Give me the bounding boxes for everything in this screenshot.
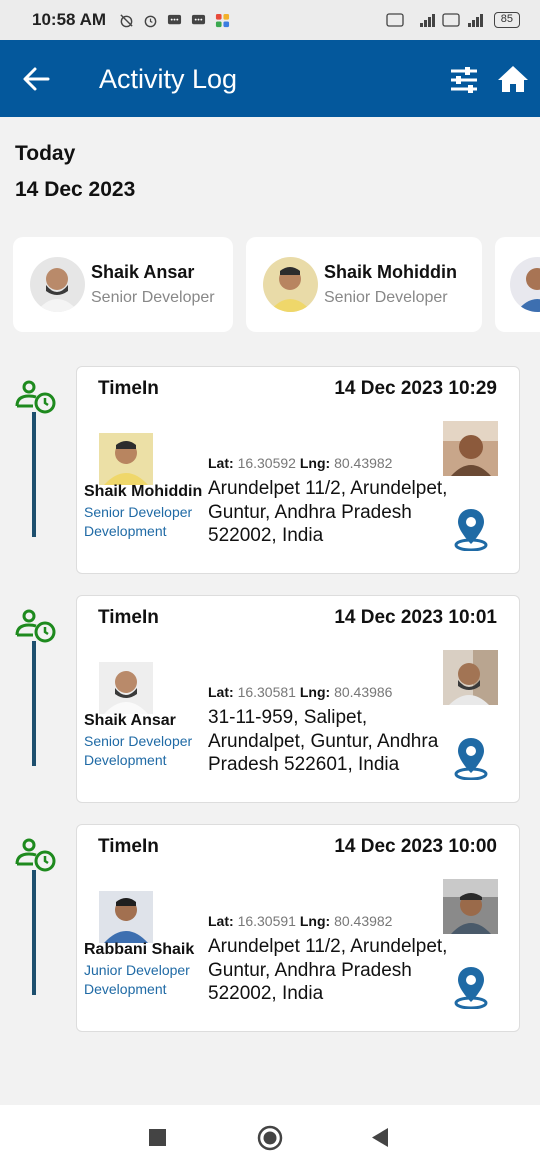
employee-department: Development: [84, 752, 167, 768]
employee-photo: [99, 891, 153, 943]
activity-type: TimeIn: [98, 607, 159, 628]
home-icon[interactable]: [496, 64, 530, 94]
employee-role: Junior Developer: [84, 962, 190, 978]
longitude: 80.43982: [334, 913, 393, 929]
employee-department: Development: [84, 981, 167, 997]
lat-label: Lat:: [208, 913, 234, 929]
activity-card[interactable]: TimeIn 14 Dec 2023 10:00 Rabbani Shaik J…: [76, 824, 520, 1032]
user-avatar: [510, 257, 540, 312]
volte-icon: [442, 13, 460, 27]
address: Arundelpet 11/2, Arundelpet, Guntur, And…: [208, 478, 448, 546]
app-bar: Activity Log: [0, 40, 540, 117]
selfie-photo[interactable]: [443, 879, 498, 934]
selfie-photo[interactable]: [443, 421, 498, 476]
message-icon: [167, 14, 182, 24]
filter-settings-icon[interactable]: [449, 66, 479, 94]
timein-user-clock-icon: [15, 609, 56, 643]
location-pin-icon[interactable]: [453, 507, 489, 551]
timein-user-clock-icon: [15, 380, 56, 414]
lng-label: Lng:: [299, 913, 331, 929]
user-card[interactable]: Shaik Ansar Senior Developer: [13, 237, 233, 332]
activity-type: TimeIn: [98, 836, 159, 857]
user-card[interactable]: [495, 237, 540, 332]
employee-name: Shaik Mohiddin: [84, 483, 203, 500]
page-title: Activity Log: [99, 64, 238, 94]
signal-icon: [419, 14, 435, 27]
alarm-icon: [144, 15, 157, 27]
date-label: 14 Dec 2023: [15, 178, 136, 201]
lat-label: Lat:: [208, 455, 234, 471]
timein-user-clock-icon: [15, 838, 56, 872]
activity-type: TimeIn: [98, 378, 159, 399]
user-avatar: [263, 257, 318, 312]
user-role: Senior Developer: [91, 289, 215, 306]
recent-apps-icon[interactable]: [149, 1129, 166, 1146]
employee-department: Development: [84, 523, 167, 539]
longitude: 80.43982: [334, 455, 393, 471]
employee-photo: [99, 662, 153, 714]
latitude: 16.30592: [237, 455, 296, 471]
employee-role: Senior Developer: [84, 733, 193, 749]
lng-label: Lng:: [299, 455, 331, 471]
timeline-line: [32, 870, 36, 995]
lng-label: Lng:: [299, 684, 331, 700]
selfie-photo[interactable]: [443, 650, 498, 705]
app-logo-icon: [215, 13, 230, 27]
back-triangle-icon[interactable]: [371, 1127, 389, 1148]
address: Arundelpet 11/2, Arundelpet, Guntur, And…: [208, 936, 448, 1004]
user-name: Shaik Mohiddin: [324, 262, 457, 282]
alarm-off-icon: [120, 13, 133, 27]
user-role: Senior Developer: [324, 289, 448, 306]
activity-entry: TimeIn 14 Dec 2023 10:00 Rabbani Shaik J…: [0, 824, 540, 1034]
user-avatar: [30, 257, 85, 312]
lat-label: Lat:: [208, 684, 234, 700]
coordinates: Lat: 16.30592 Lng: 80.43982: [208, 455, 392, 471]
system-indicators: 85: [386, 12, 520, 28]
status-time: 10:58 AM: [32, 10, 107, 29]
activity-datetime: 14 Dec 2023 10:29: [334, 378, 497, 399]
employee-name: Shaik Ansar: [84, 712, 176, 729]
battery-indicator: 85: [493, 12, 520, 28]
employee-role: Senior Developer: [84, 504, 193, 520]
user-name: Shaik Ansar: [91, 262, 195, 282]
status-bar: 10:58 AM 85: [0, 0, 540, 40]
today-label: Today: [15, 142, 76, 165]
coordinates: Lat: 16.30591 Lng: 80.43982: [208, 913, 392, 929]
message-icon: [191, 14, 206, 24]
timeline-line: [32, 412, 36, 537]
activity-entry: TimeIn 14 Dec 2023 10:01 Shaik Ansar Sen…: [0, 595, 540, 805]
activity-entry: TimeIn 14 Dec 2023 10:29 Shaik Mohiddin …: [0, 366, 540, 576]
employee-name: Rabbani Shaik: [84, 941, 195, 958]
coordinates: Lat: 16.30581 Lng: 80.43986: [208, 684, 392, 700]
employee-photo: [99, 433, 153, 485]
location-pin-icon[interactable]: [453, 736, 489, 780]
user-card-list[interactable]: Shaik Ansar Senior Developer Shaik Mohid…: [13, 237, 540, 332]
longitude: 80.43986: [334, 684, 393, 700]
address: 31-11-959, Salipet, Arundalpet, Guntur, …: [208, 707, 439, 775]
activity-card[interactable]: TimeIn 14 Dec 2023 10:29 Shaik Mohiddin …: [76, 366, 520, 574]
activity-datetime: 14 Dec 2023 10:00: [334, 836, 497, 857]
activity-card[interactable]: TimeIn 14 Dec 2023 10:01 Shaik Ansar Sen…: [76, 595, 520, 803]
signal-icon: [467, 14, 483, 27]
system-nav-bar: [0, 1105, 540, 1170]
timeline-line: [32, 641, 36, 766]
location-pin-icon[interactable]: [453, 965, 489, 1009]
latitude: 16.30581: [237, 684, 296, 700]
user-card[interactable]: Shaik Mohiddin Senior Developer: [246, 237, 482, 332]
notification-icons: [118, 13, 231, 28]
back-arrow-icon[interactable]: [22, 66, 50, 92]
latitude: 16.30591: [237, 913, 296, 929]
volte-icon: [386, 13, 404, 27]
home-circle-icon[interactable]: [257, 1125, 283, 1151]
activity-datetime: 14 Dec 2023 10:01: [334, 607, 497, 628]
